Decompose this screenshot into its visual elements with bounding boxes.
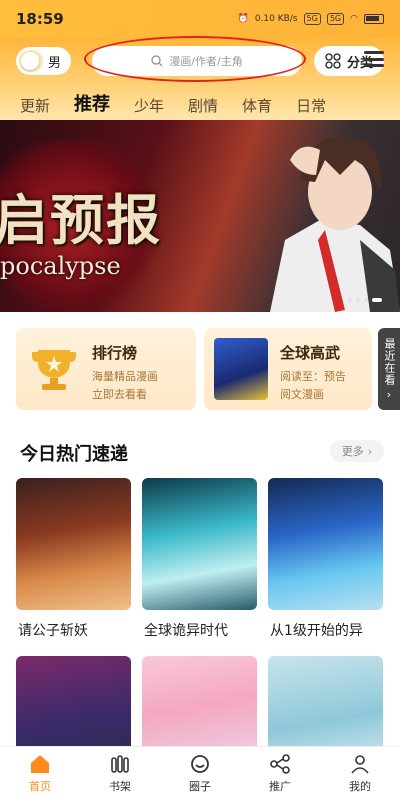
comic-title[interactable]: 全球诡异时代	[144, 620, 262, 640]
menu-icon[interactable]	[364, 51, 384, 67]
page-dot-active	[372, 298, 382, 302]
trophy-icon	[32, 350, 76, 390]
tab-sports[interactable]: 体育	[242, 95, 272, 122]
home-icon	[31, 755, 49, 773]
section-title: 今日热门速递	[20, 444, 128, 465]
user-icon	[351, 755, 369, 774]
gender-label: 男	[48, 55, 62, 71]
search-placeholder: 漫画/作者/主角	[169, 55, 243, 68]
nav-promote[interactable]: 推广	[240, 747, 320, 800]
banner-subtitle: pocalypse	[0, 252, 121, 280]
net-speed: 0.10 KB/s	[254, 14, 298, 24]
comic-title[interactable]: 从1级开始的异	[270, 620, 388, 640]
feature-cards: 排行榜 海量精品漫画 立即去看看 全球高武 阅读至：预告 阅文漫画 最近在看 ›	[16, 328, 400, 410]
header: 男 漫画/作者/主角 分类 更新 推荐 少年 剧情 体育 日常	[0, 36, 400, 124]
status-bar: 18:59 ⏰ 0.10 KB/s 5G 5G ◠	[0, 0, 400, 38]
ranking-title: 排行榜	[92, 344, 138, 362]
tab-daily[interactable]: 日常	[296, 95, 326, 122]
share-icon	[270, 754, 290, 774]
bookshelf-icon	[111, 755, 129, 773]
tab-bar: 更新 推荐 少年 剧情 体育 日常	[0, 88, 400, 124]
grid-icon	[325, 53, 341, 69]
bottom-nav: 首页 书架 圈子 推广 我的	[0, 746, 400, 800]
promo-line2: 阅文漫画	[280, 388, 324, 401]
tab-shounen[interactable]: 少年	[134, 95, 164, 122]
battery-icon	[364, 14, 384, 24]
promo-line1: 阅读至：预告	[280, 370, 346, 383]
search-icon	[151, 55, 163, 67]
gender-toggle[interactable]: 男	[16, 47, 72, 75]
comic-title[interactable]: 请公子斩妖	[18, 620, 136, 640]
page-dot	[364, 298, 368, 302]
chevron-right-icon: ›	[367, 444, 373, 458]
comic-cover[interactable]	[16, 478, 131, 610]
banner-character-image	[270, 136, 400, 312]
tab-recommend[interactable]: 推荐	[74, 90, 110, 124]
chevron-right-icon: ›	[386, 388, 392, 401]
banner-title: 启预报	[0, 188, 162, 252]
more-label: 更多	[341, 445, 364, 458]
promo-cover-image	[214, 338, 268, 400]
nav-profile-label: 我的	[349, 780, 371, 793]
nav-home[interactable]: 首页	[0, 747, 80, 800]
page-dot	[348, 298, 352, 302]
nav-bookshelf[interactable]: 书架	[80, 747, 160, 800]
nav-circle[interactable]: 圈子	[160, 747, 240, 800]
tab-drama[interactable]: 剧情	[188, 95, 218, 122]
tab-update[interactable]: 更新	[20, 95, 50, 122]
circle-icon	[191, 755, 209, 773]
nav-bookshelf-label: 书架	[109, 780, 131, 793]
ranking-line1: 海量精品漫画	[92, 370, 158, 383]
recent-label: 最近在看	[383, 338, 396, 386]
signal-badge-2: 5G	[326, 13, 345, 25]
recent-reading-tab[interactable]: 最近在看 ›	[378, 328, 400, 410]
page-dot	[356, 298, 360, 302]
promo-card[interactable]: 全球高武 阅读至：预告 阅文漫画	[204, 328, 372, 410]
ranking-card[interactable]: 排行榜 海量精品漫画 立即去看看	[16, 328, 196, 410]
ranking-line2: 立即去看看	[92, 388, 147, 401]
alarm-icon: ⏰	[237, 14, 249, 24]
comic-cover[interactable]	[142, 478, 257, 610]
more-button[interactable]: 更多 ›	[330, 440, 384, 462]
comic-cover[interactable]	[268, 478, 383, 610]
status-icons: ⏰ 0.10 KB/s 5G 5G ◠	[238, 13, 384, 25]
promo-title: 全球高武	[280, 344, 341, 362]
toggle-switch-icon[interactable]	[19, 50, 43, 72]
signal-badge-1: 5G	[303, 13, 321, 25]
banner-pagination	[348, 298, 382, 302]
nav-profile[interactable]: 我的	[320, 747, 400, 800]
nav-promote-label: 推广	[269, 780, 291, 793]
nav-circle-label: 圈子	[189, 780, 211, 793]
wifi-icon: ◠	[350, 14, 358, 24]
hero-banner[interactable]: 启预报 pocalypse	[0, 120, 400, 312]
search-input[interactable]: 漫画/作者/主角	[92, 46, 302, 76]
status-time: 18:59	[16, 10, 64, 28]
nav-home-label: 首页	[29, 780, 51, 793]
